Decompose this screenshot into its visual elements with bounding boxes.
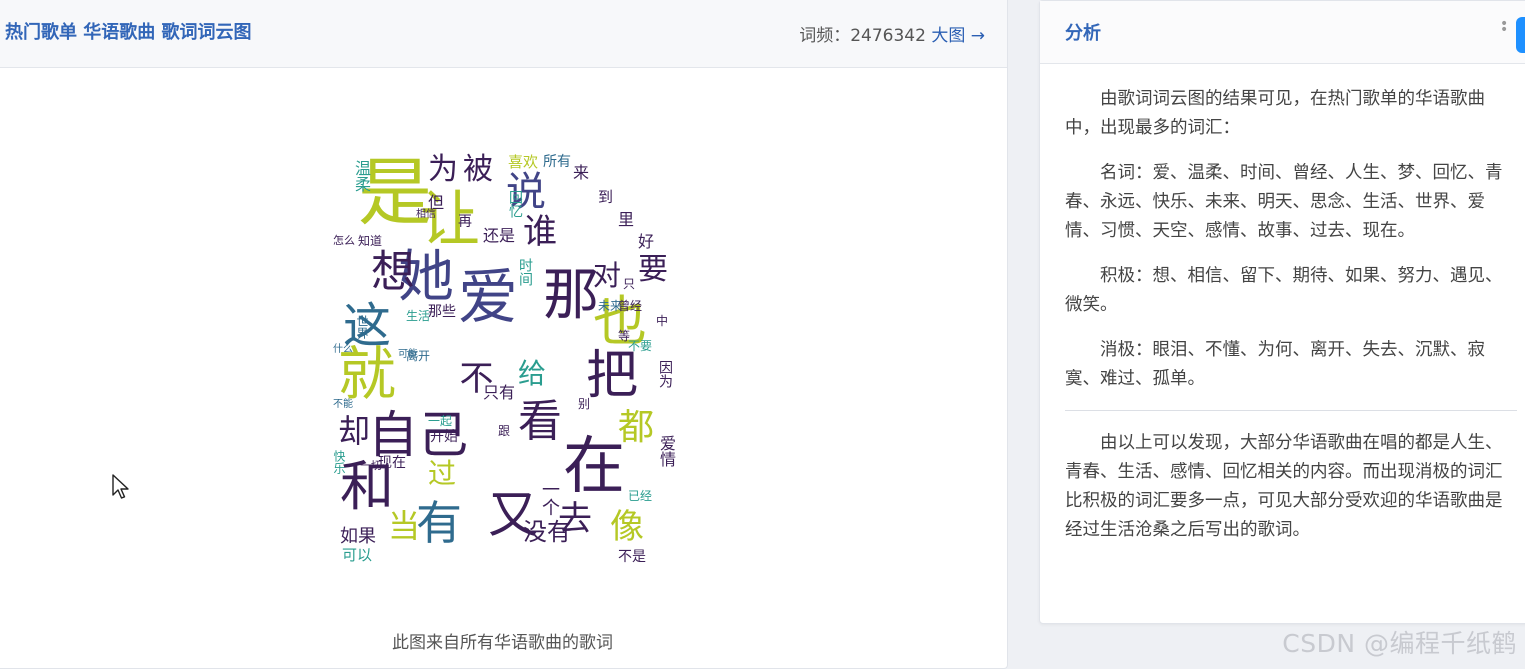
cloud-word: 爱情 <box>657 435 676 467</box>
cloud-word: 再 <box>458 214 472 230</box>
panel-header: 热门歌单 华语歌曲 歌词词云图 词频：2476342 大图 → <box>0 0 1007 68</box>
cloud-word: 一切 <box>360 459 382 472</box>
cloud-word: 开始 <box>430 429 458 445</box>
analysis-nouns: 名词：爱、温柔、时间、曾经、人生、梦、回忆、青春、永远、快乐、未来、明天、思念、… <box>1065 163 1503 241</box>
cloud-word: 什么 <box>333 344 353 355</box>
analysis-header: 分析 • • <box>1040 1 1525 64</box>
cloud-word: 为 <box>428 152 458 187</box>
cloud-word: 只有 <box>483 383 516 402</box>
cloud-word: 一起 <box>428 414 453 428</box>
analysis-positive: 积极：想、相信、留下、期待、如果、努力、遇见、微笑。 <box>1065 266 1503 315</box>
cloud-word: 世界 <box>355 315 369 339</box>
analysis-negative: 消极：眼泪、不懂、为何、离开、失去、沉默、寂寞、难过、孤单。 <box>1065 340 1485 389</box>
cloud-word: 快乐 <box>332 450 346 474</box>
cloud-word: 谁 <box>523 212 557 252</box>
cloud-word: 给 <box>518 357 547 390</box>
analysis-conclusion: 由以上可以发现，大部分华语歌曲在唱的都是人生、青春、生活、感情、回忆相关的内容。… <box>1065 433 1503 540</box>
cloud-word: 相信 <box>416 209 436 220</box>
cloud-word: 因为 <box>657 360 673 388</box>
cloud-word: 不要 <box>628 339 653 353</box>
cloud-word: 过 <box>428 457 457 490</box>
cloud-word: 可以 <box>342 546 373 564</box>
more-options-icon[interactable]: • • <box>1500 17 1508 37</box>
cloud-word: 对 <box>593 259 622 292</box>
cloud-word: 喜欢 <box>508 153 539 171</box>
cloud-word: 不是 <box>618 549 646 565</box>
cloud-word: 回忆 <box>507 190 523 218</box>
freq-label: 词频： <box>799 26 851 46</box>
cloud-word: 现在 <box>378 455 406 471</box>
cloud-word: 不能 <box>333 399 353 410</box>
cloud-word: 已经 <box>628 489 653 503</box>
cloud-word: 有 <box>416 496 462 550</box>
cloud-word: 跟 <box>498 424 511 438</box>
divider <box>1065 410 1517 411</box>
cloud-word: 怎么 <box>333 234 355 247</box>
side-toggle-button[interactable] <box>1516 17 1525 53</box>
image-caption: 此图来自所有华语歌曲的歌词 <box>392 633 613 653</box>
cloud-word: 还是 <box>483 226 516 245</box>
word-cloud-image: 是让说她想爱这就那也把自己在和又有看都去没有像给不为被谁要对过却当还是 喜欢 所有来… <box>328 150 688 570</box>
analysis-title: 分析 <box>1065 23 1101 44</box>
cloud-word: 一个 <box>539 480 560 516</box>
cloud-word: 生活 <box>406 309 431 323</box>
cloud-word: 曾经 <box>618 299 643 313</box>
cloud-word: 好 <box>638 232 655 251</box>
mouse-cursor-icon <box>112 474 129 499</box>
cloud-word: 那些 <box>428 304 456 320</box>
cloud-word: 中 <box>656 314 669 328</box>
cloud-word: 被 <box>463 152 493 187</box>
cloud-word: 到 <box>598 188 614 206</box>
cloud-word: 知道 <box>358 234 383 248</box>
cloud-word: 别 <box>578 397 591 411</box>
cloud-word: 像 <box>610 507 644 547</box>
cloud-word: 那 <box>543 263 599 328</box>
panel-title: 热门歌单 华语歌曲 歌词词云图 <box>5 22 252 43</box>
cloud-word: 如果 <box>340 526 376 547</box>
cloud-word: 想 <box>363 248 414 292</box>
analysis-body: 由歌词词云图的结果可见，在热门歌单的华语歌曲中，出现最多的词汇： 名词：爱、温柔… <box>1065 85 1517 561</box>
cloud-word: 没有 <box>523 518 571 546</box>
cloud-word: 爱 <box>458 263 518 333</box>
cloud-word: 当 <box>388 507 421 545</box>
wordcloud-panel: 热门歌单 华语歌曲 歌词词云图 词频：2476342 大图 → 是让说她想爱这就… <box>0 0 1008 669</box>
cloud-word: 里 <box>618 210 635 229</box>
analysis-panel: 分析 • • 由歌词词云图的结果可见，在热门歌单的华语歌曲中，出现最多的词汇： 名… <box>1039 0 1525 624</box>
cloud-word: 时间 <box>517 258 533 286</box>
cloud-word: 温柔 <box>352 160 371 192</box>
cloud-word: 都 <box>618 407 655 448</box>
cloud-word: 所有 <box>543 154 571 170</box>
cloud-word: 来 <box>573 163 590 182</box>
big-image-link[interactable]: 大图 → <box>931 26 985 46</box>
cloud-word: 在 <box>563 429 626 502</box>
cloud-word: 把 <box>586 346 639 406</box>
analysis-intro: 由歌词词云图的结果可见，在热门歌单的华语歌曲中，出现最多的词汇： <box>1065 89 1485 138</box>
freq-value: 2476342 <box>850 26 926 46</box>
cloud-word: 看 <box>518 396 562 447</box>
word-frequency: 词频：2476342 大图 → <box>799 21 985 46</box>
cloud-word: 只 <box>623 277 636 291</box>
cloud-word: 要 <box>638 252 668 287</box>
watermark: CSDN @编程千纸鹤 <box>1282 629 1517 658</box>
cloud-word: 却 <box>338 412 371 450</box>
cloud-word: 离开 <box>406 349 431 363</box>
